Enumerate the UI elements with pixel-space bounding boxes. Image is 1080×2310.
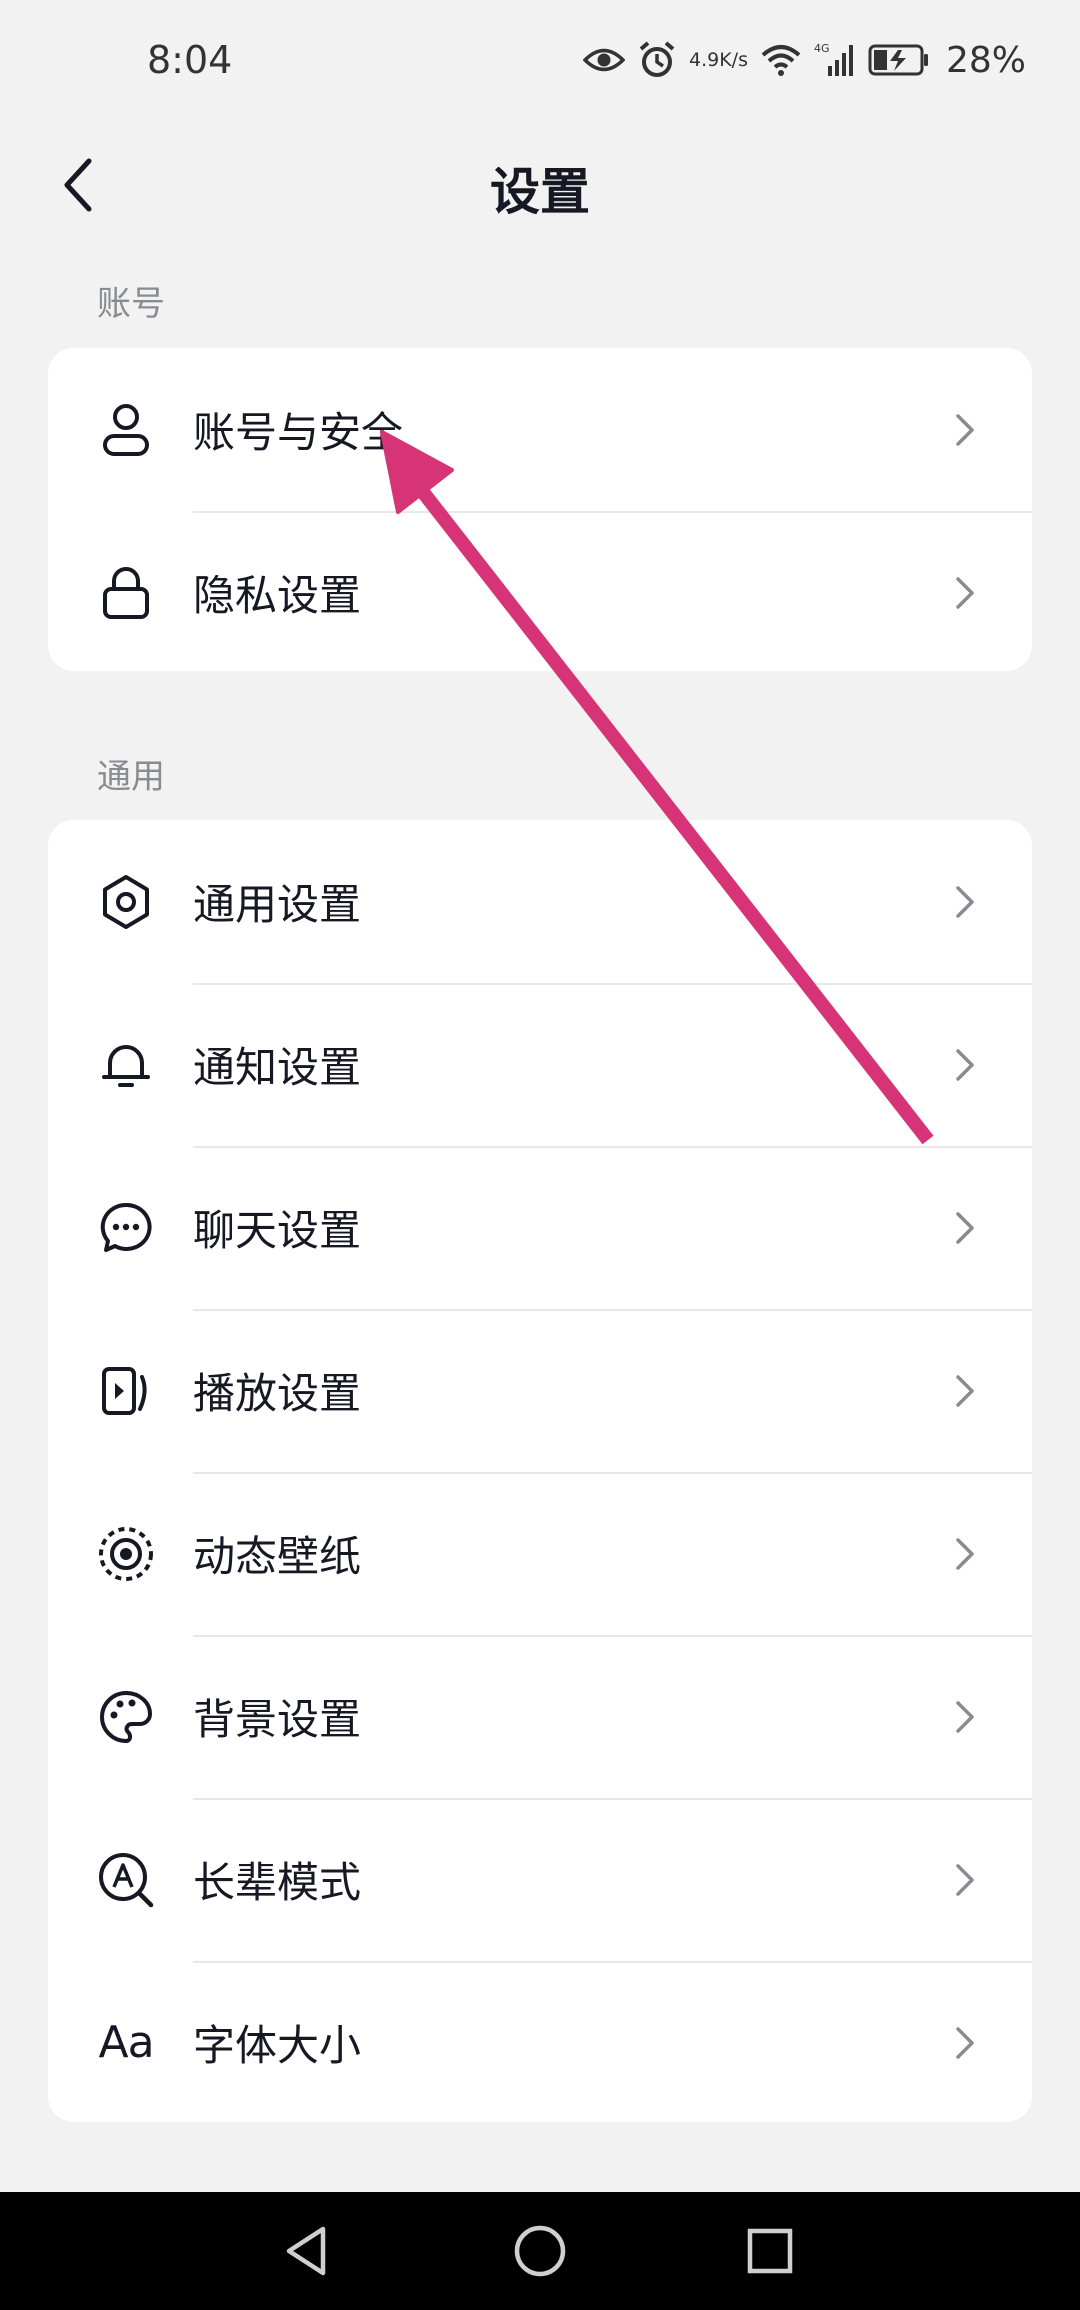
palette-icon [96, 1687, 156, 1747]
nav-back-button[interactable] [272, 2216, 342, 2286]
settings-item-font-size[interactable]: Aa 字体大小 [48, 1961, 1032, 2122]
account-card: 账号与安全 隐私设置 [48, 348, 1032, 671]
back-triangle-icon [286, 2226, 326, 2276]
settings-item-label: 隐私设置 [193, 571, 362, 620]
status-time: 8:04 [147, 38, 233, 82]
settings-item-dynamic-wallpaper[interactable]: 动态壁纸 [48, 1472, 1032, 1635]
bell-icon [96, 1035, 156, 1095]
signal-icon: 4G [814, 42, 856, 78]
settings-item-label: 长辈模式 [193, 1858, 362, 1907]
network-type-text: 4G [814, 42, 830, 55]
chat-bubble-icon [96, 1198, 156, 1258]
settings-item-label: 播放设置 [193, 1369, 362, 1418]
section-label-general: 通用 [97, 757, 165, 797]
alarm-icon [637, 40, 677, 80]
settings-item-label: 账号与安全 [193, 408, 404, 457]
chevron-right-icon [950, 2023, 980, 2063]
battery-charging-icon [868, 44, 930, 76]
lock-icon [96, 563, 156, 623]
chevron-right-icon [950, 410, 980, 450]
settings-item-elder-mode[interactable]: 长辈模式 [48, 1798, 1032, 1961]
settings-item-notification[interactable]: 通知设置 [48, 983, 1032, 1146]
net-speed: 4.9 K/s [689, 50, 748, 70]
chevron-right-icon [950, 1208, 980, 1248]
chevron-right-icon [950, 1860, 980, 1900]
chevron-right-icon [950, 1371, 980, 1411]
section-label-account: 账号 [97, 284, 165, 324]
recents-square-icon [747, 2228, 793, 2274]
settings-item-account-security[interactable]: 账号与安全 [48, 348, 1032, 511]
eye-icon [583, 45, 625, 75]
settings-item-label: 聊天设置 [193, 1206, 362, 1255]
chevron-right-icon [950, 882, 980, 922]
settings-item-playback[interactable]: 播放设置 [48, 1309, 1032, 1472]
settings-item-chat[interactable]: 聊天设置 [48, 1146, 1032, 1309]
settings-item-privacy[interactable]: 隐私设置 [48, 511, 1032, 671]
font-size-icon: Aa [96, 2013, 156, 2073]
navigation-bar [0, 2192, 1080, 2310]
chevron-right-icon [950, 1697, 980, 1737]
settings-item-label: 通知设置 [193, 1043, 362, 1092]
home-circle-icon [514, 2225, 566, 2277]
settings-item-label: 通用设置 [193, 880, 362, 929]
general-card: 通用设置 通知设置 聊天设置 播放设置 动态壁纸 背景设置 长辈模式 Aa 字体… [48, 820, 1032, 2122]
user-icon [96, 400, 156, 460]
page-title: 设置 [490, 163, 590, 221]
settings-item-general[interactable]: 通用设置 [48, 820, 1032, 983]
play-card-icon [96, 1361, 156, 1421]
elder-mode-icon [96, 1850, 156, 1910]
chevron-right-icon [950, 573, 980, 613]
settings-item-label: 背景设置 [193, 1695, 362, 1744]
battery-percentage: 28% [945, 39, 1026, 81]
chevron-right-icon [950, 1534, 980, 1574]
status-bar: 8:04 4.9 K/s 4G 28% [0, 0, 1080, 130]
chevron-right-icon [950, 1045, 980, 1085]
settings-item-background[interactable]: 背景设置 [48, 1635, 1032, 1798]
status-icons: 4.9 K/s 4G 28% [583, 36, 1026, 84]
nav-recents-button[interactable] [735, 2216, 805, 2286]
wifi-icon [760, 43, 802, 77]
net-speed-unit: K/s [719, 49, 748, 71]
settings-item-label: 字体大小 [193, 2021, 362, 2070]
font-size-icon-text: Aa [98, 2017, 154, 2068]
settings-item-label: 动态壁纸 [193, 1532, 362, 1581]
net-speed-value: 4.9 [689, 49, 720, 71]
nav-home-button[interactable] [505, 2216, 575, 2286]
header: 设置 [0, 130, 1080, 240]
gear-icon [96, 872, 156, 932]
dynamic-wallpaper-icon [96, 1524, 156, 1584]
